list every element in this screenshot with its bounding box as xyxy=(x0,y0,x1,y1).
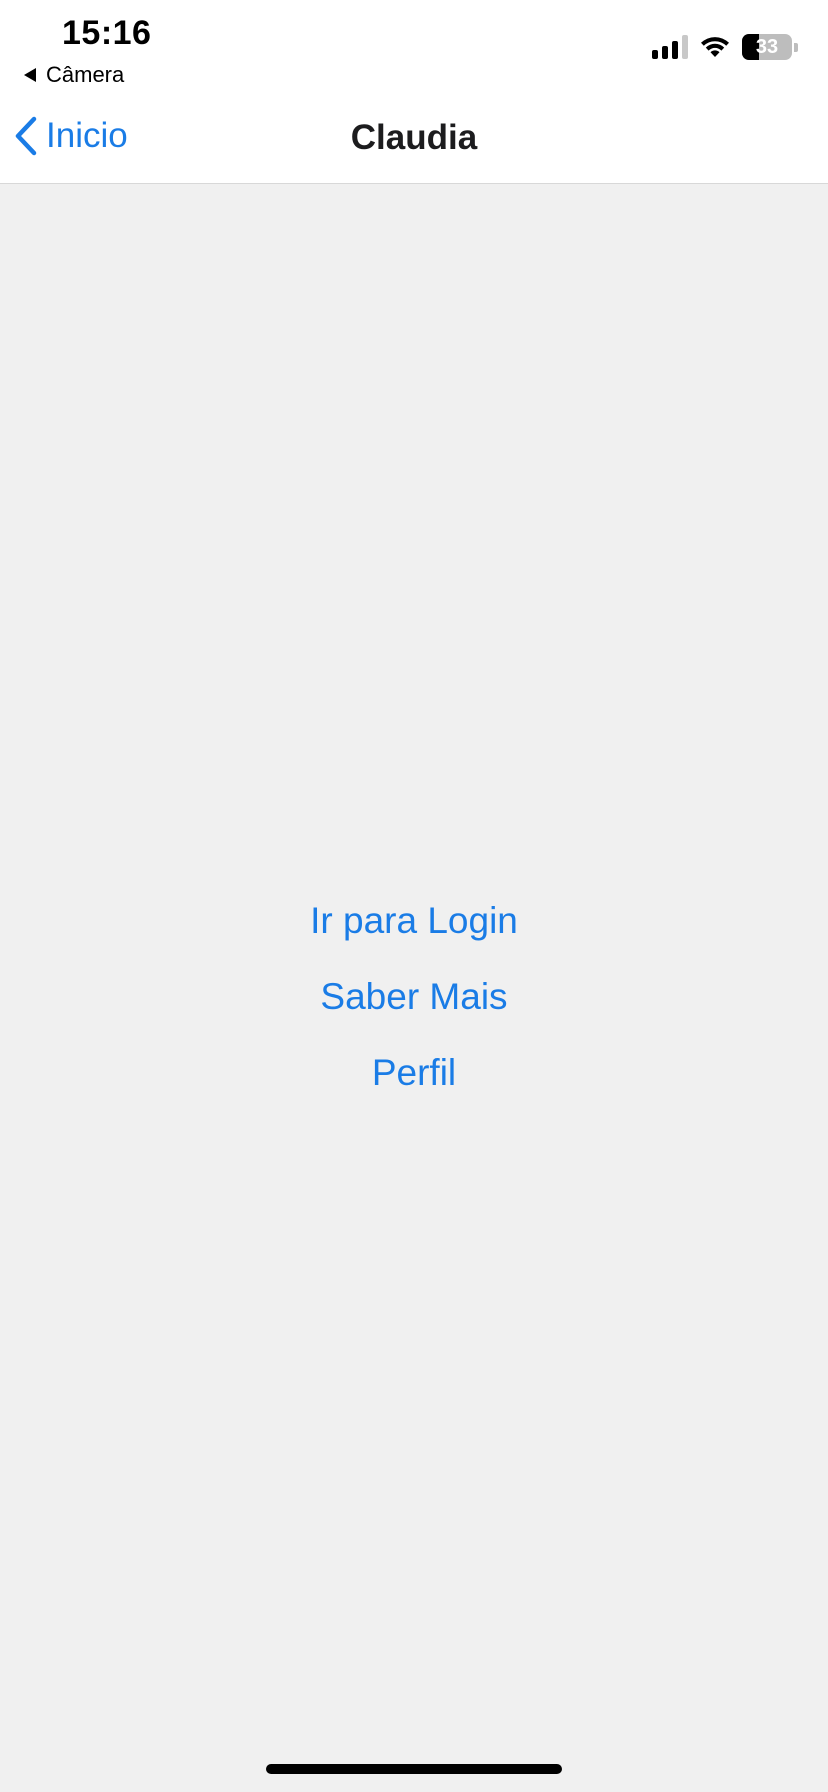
learn-more-link[interactable]: Saber Mais xyxy=(320,959,507,1035)
battery-percentage: 33 xyxy=(755,36,779,58)
page-title: Claudia xyxy=(350,118,478,157)
profile-link[interactable]: Perfil xyxy=(372,1035,456,1111)
wifi-icon xyxy=(701,37,729,57)
back-to-app-label: Câmera xyxy=(46,62,125,87)
battery-cap-icon xyxy=(794,42,798,52)
status-time: 15:16 xyxy=(62,14,152,52)
back-triangle-icon xyxy=(24,68,36,82)
home-indicator[interactable] xyxy=(266,1764,562,1774)
main-menu: Ir para Login Saber Mais Perfil xyxy=(0,883,828,1111)
status-icons: 33 xyxy=(652,34,798,60)
back-to-app-link[interactable]: Câmera xyxy=(24,62,124,88)
go-to-login-link[interactable]: Ir para Login xyxy=(310,883,518,959)
battery-icon: 33 xyxy=(742,34,792,60)
header-area: 15:16 Câmera 33 Inicio Claudia xyxy=(0,0,828,184)
cellular-signal-icon xyxy=(652,35,688,59)
